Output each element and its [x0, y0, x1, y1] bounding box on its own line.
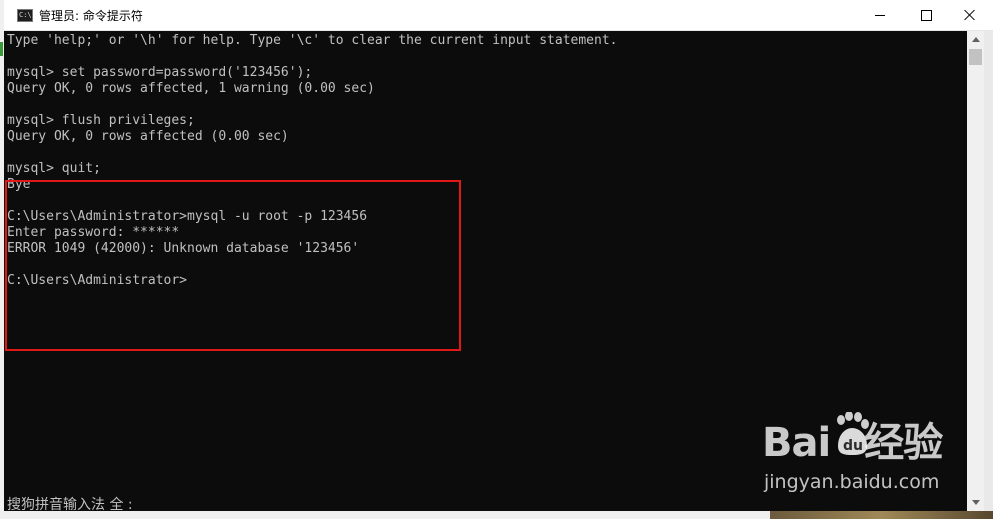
- console-line: mysql> set password=password('123456');: [7, 65, 313, 80]
- vertical-scrollbar[interactable]: [967, 31, 984, 511]
- highlight-annotation-box: [5, 180, 461, 351]
- window-title: 管理员: 命令提示符: [39, 9, 143, 23]
- desktop-edge-right: [984, 31, 993, 519]
- console-line: mysql> quit;: [7, 161, 101, 176]
- paw-text: du: [843, 438, 863, 454]
- cmd-app-icon[interactable]: C:\: [17, 9, 33, 22]
- baidu-jingyan-watermark: Bai 经验 du jingyan.baidu.com: [762, 410, 943, 500]
- arrow-down-icon: [971, 500, 980, 505]
- console-line: Query OK, 0 rows affected (0.00 sec): [7, 129, 289, 144]
- minimize-button[interactable]: [857, 0, 903, 30]
- scroll-up-button[interactable]: [967, 31, 984, 48]
- watermark-brand-right: 经验: [864, 420, 943, 466]
- scroll-thumb[interactable]: [969, 49, 982, 65]
- desktop-edge-bottom: [0, 511, 993, 519]
- console-line: mysql> flush privileges;: [7, 113, 195, 128]
- console-line: Type 'help;' or '\h' for help. Type '\c'…: [7, 33, 618, 48]
- desktop-wallpaper-fragment: [770, 511, 993, 519]
- close-icon: [964, 9, 976, 21]
- console-line: Query OK, 0 rows affected, 1 warning (0.…: [7, 81, 375, 96]
- baidu-paw-icon: du: [837, 412, 869, 455]
- maximize-button[interactable]: [903, 0, 949, 30]
- desktop-fragment: [0, 42, 3, 56]
- minimize-icon: [875, 14, 885, 16]
- title-bar[interactable]: C:\ 管理员: 命令提示符: [4, 0, 993, 31]
- maximize-icon: [920, 9, 932, 21]
- watermark-url: jingyan.baidu.com: [764, 471, 940, 493]
- close-button[interactable]: [947, 0, 993, 30]
- scroll-down-button[interactable]: [967, 494, 984, 511]
- arrow-up-icon: [971, 37, 980, 42]
- watermark-brand-left: Bai: [762, 420, 831, 466]
